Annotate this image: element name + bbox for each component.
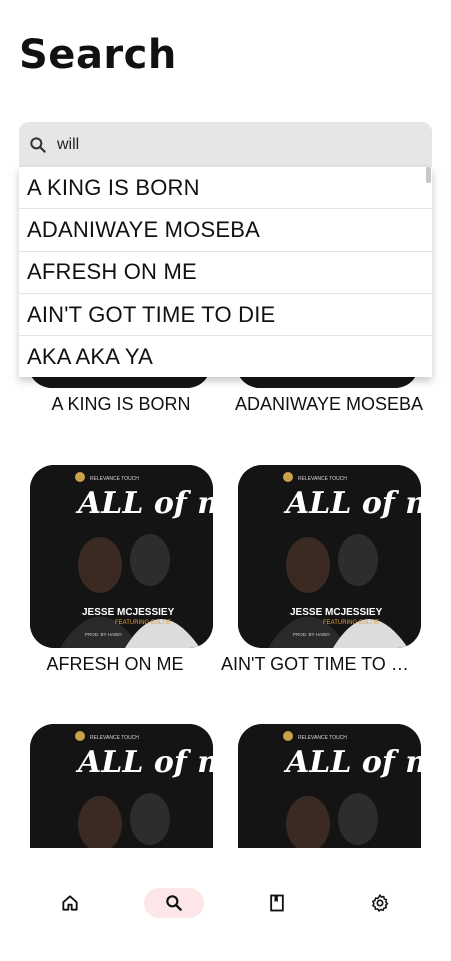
art-brand: RELEVANCE TOUCH: [90, 476, 139, 482]
album-art[interactable]: RELEVANCE TOUCH ALL of me JESSE MCJESSIE…: [30, 465, 213, 648]
suggestion-item[interactable]: AKA AKA YA: [19, 336, 432, 377]
art-artist: JESSE MCJESSIEY: [290, 607, 383, 618]
search-icon: [166, 895, 182, 911]
nav-search[interactable]: [144, 888, 204, 918]
nav-settings[interactable]: [350, 888, 410, 918]
art-footer: PROD. BY HAIBO: [293, 632, 330, 637]
album-art-graphic: RELEVANCE TOUCH ALL of me JESSE MCJESSIE…: [30, 465, 213, 648]
song-card[interactable]: RELEVANCE TOUCH ALL of me JESSE MCJESSIE…: [221, 465, 435, 680]
art-title: ALL of me: [75, 745, 213, 780]
art-title: ALL of me: [75, 486, 213, 521]
dropdown-scrollbar[interactable]: [426, 167, 431, 183]
art-brand: RELEVANCE TOUCH: [298, 476, 347, 482]
album-art-graphic: RELEVANCE TOUCH ALL of me JESSE MCJESSIE…: [238, 465, 421, 648]
search-screen: Search A KING IS BORN ADANIWAYE MOSEBA R…: [0, 0, 451, 961]
gear-icon: [372, 894, 389, 912]
suggestion-dropdown: A KING IS BORN ADANIWAYE MOSEBA AFRESH O…: [19, 167, 432, 377]
song-title: AIN'T GOT TIME TO DIE: [221, 654, 417, 674]
art-title: ALL of me: [283, 745, 421, 780]
nav-library[interactable]: [247, 888, 307, 918]
art-brand: RELEVANCE TOUCH: [298, 735, 347, 741]
song-card[interactable]: RELEVANCE TOUCH ALL of me JESSE MCJESSIE…: [19, 465, 227, 680]
song-title: A KING IS BORN: [51, 394, 191, 414]
search-input[interactable]: [57, 130, 417, 160]
suggestion-item[interactable]: AIN'T GOT TIME TO DIE: [19, 294, 432, 337]
song-title: AFRESH ON ME: [46, 654, 184, 674]
page-title: Search: [19, 32, 177, 78]
search-bar[interactable]: [19, 122, 432, 168]
art-featuring: FEATURING BALTIE: [115, 620, 171, 626]
art-title: ALL of me: [283, 486, 421, 521]
art-brand: RELEVANCE TOUCH: [90, 735, 139, 741]
art-artist: JESSE MCJESSIEY: [82, 607, 175, 618]
album-art-graphic: RELEVANCE TOUCH ALL of me: [238, 724, 421, 848]
art-featuring: FEATURING BALTIE: [323, 620, 379, 626]
album-art[interactable]: RELEVANCE TOUCH ALL of me: [30, 724, 213, 848]
album-art[interactable]: RELEVANCE TOUCH ALL of me JESSE MCJESSIE…: [238, 465, 421, 648]
suggestion-item[interactable]: A KING IS BORN: [19, 167, 432, 210]
nav-home[interactable]: [40, 888, 100, 918]
search-icon: [30, 137, 46, 153]
song-title: ADANIWAYE MOSEBA: [234, 394, 424, 414]
suggestion-item[interactable]: ADANIWAYE MOSEBA: [19, 209, 432, 252]
song-card[interactable]: RELEVANCE TOUCH ALL of me: [227, 724, 435, 848]
song-card[interactable]: RELEVANCE TOUCH ALL of me: [19, 724, 227, 848]
bottom-navigation: [0, 848, 451, 961]
album-art[interactable]: RELEVANCE TOUCH ALL of me: [238, 724, 421, 848]
suggestion-item[interactable]: AFRESH ON ME: [19, 252, 432, 294]
home-icon: [62, 895, 78, 911]
album-art-graphic: RELEVANCE TOUCH ALL of me: [30, 724, 213, 848]
art-footer: PROD. BY HAIBO: [85, 632, 122, 637]
book-icon: [270, 894, 284, 912]
